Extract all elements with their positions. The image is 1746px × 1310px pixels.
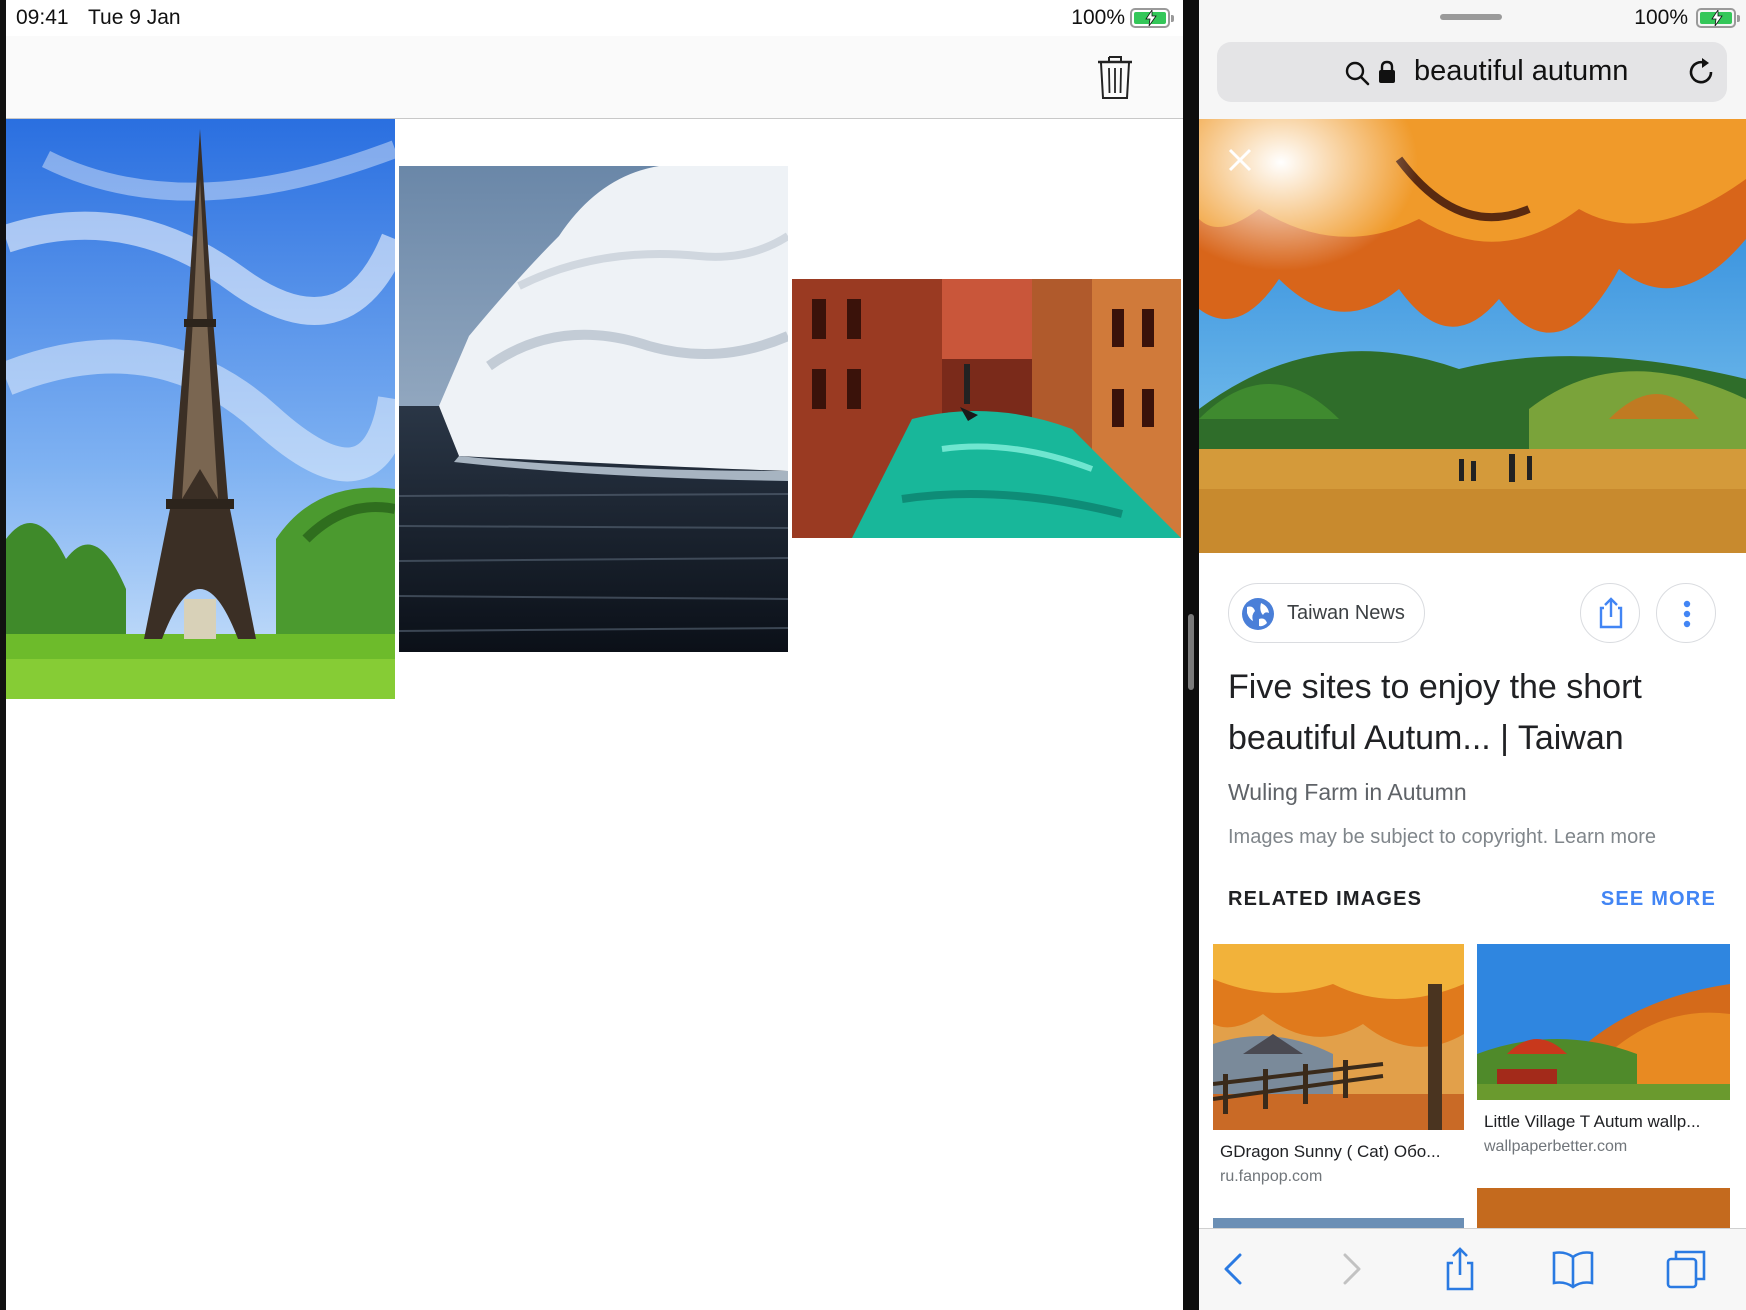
related-source: wallpaperbetter.com [1484,1138,1628,1155]
related-thumbnail [1477,944,1730,1100]
copyright-text: Images may be subject to copyright. [1228,826,1549,848]
trash-button[interactable] [1095,54,1135,100]
related-caption: Little Village T Autum wallp... [1484,1112,1701,1131]
multitasking-grabber[interactable] [1440,14,1502,20]
photo-eiffel-tower[interactable] [6,119,395,699]
related-image-card[interactable] [1477,1188,1730,1228]
battery-percentage: 100% [1071,6,1125,29]
share-icon[interactable] [1438,1247,1482,1291]
status-date: Tue 9 Jan [88,6,181,29]
copyright-notice: Images may be subject to copyright. Lear… [1228,826,1656,849]
tabs-icon[interactable] [1664,1247,1708,1291]
related-image-card[interactable]: GDragon Sunny ( Cat) Обо... ru.fanpop.co… [1213,944,1464,1188]
photo-iceberg[interactable] [399,166,788,652]
related-image-card[interactable] [1213,1218,1464,1228]
globe-icon [1242,598,1274,630]
status-bar: 100% [1199,0,1746,36]
related-images-heading: RELATED IMAGES [1228,888,1423,910]
result-image[interactable] [1199,119,1746,553]
result-title[interactable]: Five sites to enjoy the short beautiful … [1228,662,1728,764]
share-icon [1599,597,1623,629]
related-caption: GDragon Sunny ( Cat) Обо... [1220,1142,1441,1161]
battery-icon [1696,8,1740,28]
related-thumbnail [1213,944,1464,1130]
forward-icon[interactable] [1327,1247,1371,1291]
source-name: Taiwan News [1287,602,1405,624]
status-time: 09:41 [16,6,69,29]
divider-handle[interactable] [1188,614,1194,690]
share-result-button[interactable] [1580,583,1640,643]
safari-toolbar [1199,1228,1746,1310]
split-view-divider[interactable] [1183,0,1199,1310]
result-subtitle: Wuling Farm in Autumn [1228,779,1467,805]
related-image-card[interactable]: Little Village T Autum wallp... wallpape… [1477,944,1730,1158]
learn-more-link[interactable]: Learn more [1554,826,1656,848]
app-toolbar [6,36,1183,119]
photo-venice-canal[interactable] [792,279,1181,538]
bookmarks-icon[interactable] [1551,1247,1595,1291]
status-bar: 09:41 Tue 9 Jan 100% [6,0,1183,36]
source-chip[interactable]: Taiwan News [1228,583,1425,643]
battery-percentage: 100% [1634,6,1688,29]
address-bar[interactable]: beautiful autumn [1217,42,1727,102]
more-options-button[interactable] [1656,583,1716,643]
search-icon [1345,61,1370,86]
left-app-pane: 09:41 Tue 9 Jan 100% [6,0,1183,1310]
lock-icon [1379,60,1395,83]
address-area: beautiful autumn [1199,36,1746,119]
address-text: beautiful autumn [1414,55,1629,87]
related-source: ru.fanpop.com [1220,1168,1323,1185]
reload-icon[interactable] [1685,56,1717,88]
see-more-link[interactable]: SEE MORE [1601,888,1716,911]
close-icon[interactable] [1225,145,1255,175]
back-icon[interactable] [1214,1247,1258,1291]
trash-icon [1098,56,1132,99]
battery-icon [1130,8,1174,28]
safari-pane: 100% beautiful autumn Taiwan News Five s… [1199,0,1746,1310]
more-vertical-icon [1683,600,1691,628]
